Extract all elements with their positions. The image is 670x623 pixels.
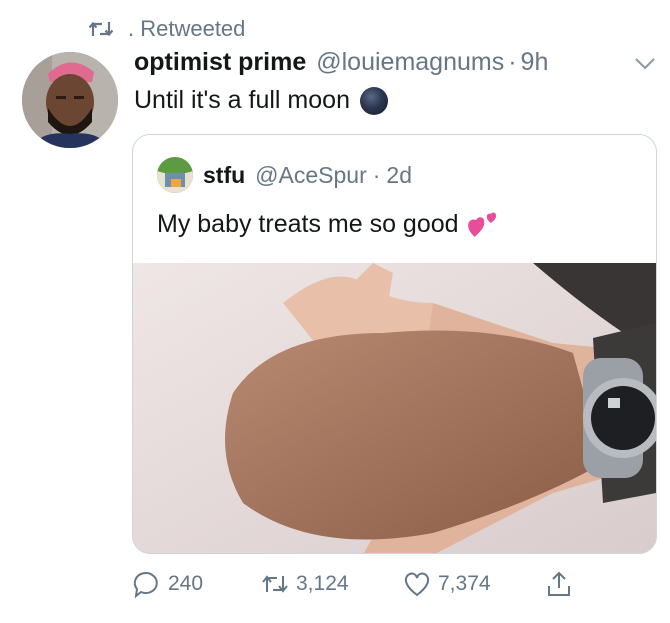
reply-count: 240 xyxy=(168,572,204,595)
quoted-separator: · xyxy=(372,161,381,188)
retweeted-label: . Retweeted xyxy=(128,16,246,41)
author-handle[interactable]: @louiemagnums xyxy=(316,48,504,77)
quoted-tweet[interactable]: stfu @AceSpur · 2d My baby treats me so … xyxy=(132,134,657,554)
avatar[interactable] xyxy=(22,52,118,148)
quoted-text-content: My baby treats me so good xyxy=(157,209,459,238)
separator: · xyxy=(508,48,517,76)
two-hearts-emoji-icon xyxy=(467,212,496,237)
quoted-header: stfu @AceSpur · 2d xyxy=(157,157,412,193)
chevron-down-icon[interactable] xyxy=(634,56,656,72)
heart-icon xyxy=(404,572,430,597)
share-icon xyxy=(548,571,570,596)
new-moon-emoji-icon xyxy=(359,86,388,115)
tweet-actions: 240 3,124 7,374 xyxy=(132,566,592,602)
retweet-button[interactable]: 3,124 xyxy=(260,566,349,602)
quoted-time: 2d xyxy=(386,161,413,188)
author-name[interactable]: optimist prime xyxy=(134,48,306,77)
reply-button[interactable]: 240 xyxy=(132,566,203,602)
like-button[interactable]: 7,374 xyxy=(402,566,491,602)
reply-icon xyxy=(133,572,158,599)
like-count: 7,374 xyxy=(438,572,491,595)
retweet-icon xyxy=(88,21,114,37)
tweet-text-content: Until it's a full moon xyxy=(134,86,350,114)
quoted-text: My baby treats me so good xyxy=(157,209,499,239)
tweet-text: Until it's a full moon xyxy=(134,86,388,115)
quoted-media-image[interactable] xyxy=(133,263,656,553)
share-button[interactable] xyxy=(544,566,580,602)
retweet-icon xyxy=(262,575,288,593)
retweet-count: 3,124 xyxy=(296,572,349,595)
retweeted-indicator: . Retweeted xyxy=(88,14,245,44)
quoted-author-handle: @AceSpur xyxy=(255,161,367,188)
quoted-avatar xyxy=(157,157,193,193)
tweet-header: optimist prime @louiemagnums · 9h xyxy=(134,48,548,80)
quoted-author-name: stfu xyxy=(203,161,246,188)
tweet-time[interactable]: 9h xyxy=(521,48,549,77)
